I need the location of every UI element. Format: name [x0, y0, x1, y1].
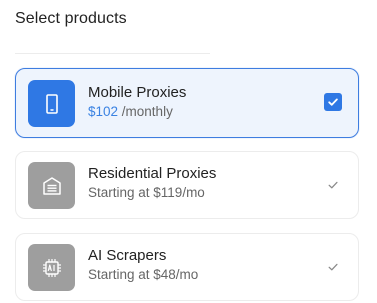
product-card-residential-proxies[interactable]: Residential Proxies Starting at $119/mo [15, 151, 359, 219]
product-price: Starting at $48/mo [88, 267, 199, 282]
product-card-mobile-proxies[interactable]: Mobile Proxies $102 /monthly [15, 68, 359, 138]
product-name: Residential Proxies [88, 165, 217, 182]
checkbox-unchecked[interactable] [324, 176, 342, 194]
ai-chip-icon [28, 244, 75, 291]
smartphone-icon [28, 80, 75, 127]
product-name: AI Scrapers [88, 247, 167, 264]
page-title: Select products [15, 10, 127, 27]
product-name: Mobile Proxies [88, 84, 187, 101]
garage-icon [28, 162, 75, 209]
check-icon [328, 263, 338, 271]
divider [15, 53, 210, 54]
product-price: $102 /monthly [88, 104, 173, 119]
price-period: /monthly [118, 104, 173, 119]
check-icon [328, 181, 338, 189]
check-icon [328, 98, 338, 106]
checkbox-checked[interactable] [324, 93, 342, 111]
checkbox-unchecked[interactable] [324, 258, 342, 276]
product-price: Starting at $119/mo [88, 185, 205, 200]
product-card-ai-scrapers[interactable]: AI Scrapers Starting at $48/mo [15, 233, 359, 301]
price-value: $102 [88, 104, 119, 119]
